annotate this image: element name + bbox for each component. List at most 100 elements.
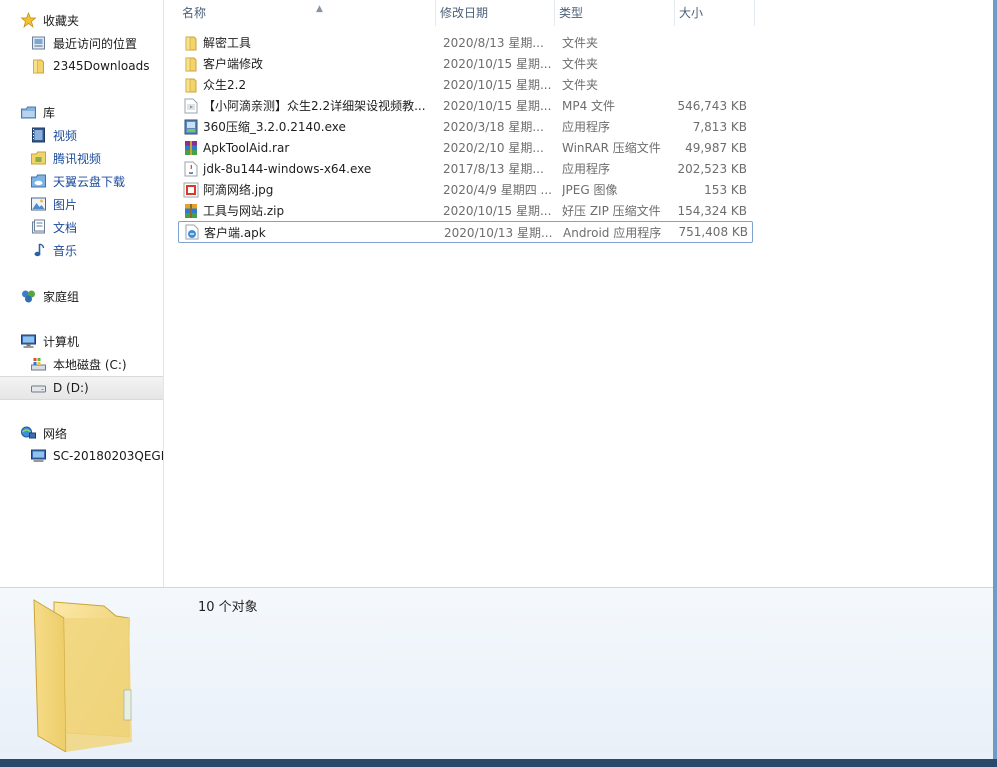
nav-label: 计算机 [43,334,80,349]
cloud-folder-icon [31,174,46,188]
file-size: 546,743 KB [677,98,747,113]
file-name-cell: 阿滴网络.jpg [183,181,433,198]
file-row[interactable]: 阿滴网络.jpg 2020/4/9 星期四 ... JPEG 图像 153 KB [178,179,753,200]
file-type: 文件夹 [562,57,599,71]
nav-item-videos[interactable]: 视频 [0,124,163,146]
file-size: 154,324 KB [677,203,747,218]
details-pane: 10 个对象 [0,587,997,760]
file-name-cell: 工具与网站.zip [183,202,433,219]
folder-icon [33,599,132,752]
column-type-label: 类型 [559,6,584,20]
nav-item-music[interactable]: 音乐 [0,239,163,261]
column-name[interactable]: 名称 ▲ [178,0,436,26]
column-size[interactable]: 大小 [675,0,755,26]
nav-favorites[interactable]: 收藏夹 [0,9,163,31]
file-date: 2020/10/13 星期... [444,225,553,240]
column-date[interactable]: 修改日期 [436,0,555,26]
network-icon [21,426,36,439]
file-name-cell: 360压缩_3.2.0.2140.exe [183,118,433,135]
file-type: 文件夹 [562,36,599,50]
file-row[interactable]: 客户端.apk 2020/10/13 星期... Android 应用程序 751,4… [178,221,753,243]
file-type: 文件夹 [562,78,599,92]
window-border [993,0,997,759]
star-icon [20,12,37,28]
nav-item-drive-c[interactable]: 本地磁盘 (C:) [0,353,163,375]
sort-ascending-icon: ▲ [316,4,323,14]
file-type: JPEG 图像 [562,183,618,197]
nav-item-tencent-video[interactable]: 腾讯视频 [0,147,163,169]
video-library-icon [32,127,45,143]
nav-network[interactable]: 网络 [0,422,163,444]
nav-item-tianyi-cloud[interactable]: 天翼云盘下载 [0,170,163,192]
column-size-label: 大小 [679,6,704,20]
file-type: 应用程序 [562,162,611,176]
file-date: 2020/10/15 星期... [443,57,552,71]
file-size: 751,408 KB [678,225,748,239]
navigation-pane: 收藏夹 最近访问的位置 2345Downloads 库 视频 腾讯视频 天翼云盘… [0,0,164,587]
nav-item-recent-places[interactable]: 最近访问的位置 [0,32,163,54]
java-installer-icon [183,161,199,177]
nav-label: 图片 [53,197,78,212]
column-type[interactable]: 类型 [555,0,675,26]
file-date: 2020/10/15 星期... [443,78,552,92]
file-name: 众生2.2 [203,78,247,92]
file-row[interactable]: ApkToolAid.rar 2020/2/10 星期... WinRAR 压缩文件… [178,137,753,158]
file-row[interactable]: jdk-8u144-windows-x64.exe 2017/8/13 星期...… [178,158,753,179]
nav-item-documents[interactable]: 文档 [0,216,163,238]
file-row[interactable]: 360压缩_3.2.0.2140.exe 2020/3/18 星期... 应用程序 7… [178,116,753,137]
folder-icon [33,59,44,74]
nav-label: 收藏夹 [43,13,80,28]
object-count: 10 个对象 [198,600,258,615]
file-name-cell: 客户端.apk [184,224,434,241]
file-name-cell: 解密工具 [183,34,433,51]
file-row[interactable]: 解密工具 2020/8/13 星期... 文件夹 [178,32,753,53]
file-type: MP4 文件 [562,99,616,113]
drive-icon [31,385,46,393]
folder-icon [31,151,46,165]
folder-icon [183,35,199,51]
nav-label: 家庭组 [43,289,80,304]
nav-label: 天翼云盘下载 [53,174,126,189]
file-date: 2020/2/10 星期... [443,141,544,155]
image-file-icon [183,182,199,198]
zip-archive-icon [183,203,199,219]
nav-computer[interactable]: 计算机 [0,330,163,352]
file-name: 解密工具 [203,36,252,50]
file-name: 阿滴网络.jpg [203,183,274,197]
file-name-cell: ApkToolAid.rar [183,140,433,156]
file-type: Android 应用程序 [563,225,662,240]
document-library-icon [32,219,45,234]
nav-homegroup[interactable]: 家庭组 [0,285,163,307]
file-size: 202,523 KB [677,161,747,176]
column-date-label: 修改日期 [440,6,489,20]
nav-item-network-computer[interactable]: SC-20180203QEGN [0,445,163,467]
picture-library-icon [31,197,46,211]
homegroup-icon [22,290,35,303]
nav-label: 腾讯视频 [53,151,102,166]
file-row[interactable]: 客户端修改 2020/10/15 星期... 文件夹 [178,53,753,74]
library-icon [21,106,36,119]
file-name: 客户端修改 [203,57,264,71]
file-name: 360压缩_3.2.0.2140.exe [203,120,346,134]
file-name-cell: jdk-8u144-windows-x64.exe [183,161,433,177]
file-name-cell: 众生2.2 [183,76,433,93]
nav-label: 文档 [53,220,78,235]
recent-places-icon [32,36,45,50]
nav-item-pictures[interactable]: 图片 [0,193,163,215]
file-name: 工具与网站.zip [203,204,285,218]
rar-archive-icon [183,140,199,156]
file-row[interactable]: 【小阿滴亲测】众生2.2详细架设视频教... 2020/10/15 星期... MP… [178,95,753,116]
file-date: 2020/8/13 星期... [443,36,544,50]
file-size: 153 KB [704,182,747,197]
nav-item-drive-d[interactable]: D (D:) [0,376,163,400]
file-row[interactable]: 工具与网站.zip 2020/10/15 星期... 好压 ZIP 压缩文件 154,… [178,200,753,221]
file-name: 【小阿滴亲测】众生2.2详细架设视频教... [203,99,426,113]
file-size: 7,813 KB [692,119,747,134]
file-row[interactable]: 众生2.2 2020/10/15 星期... 文件夹 [178,74,753,95]
nav-item-2345downloads[interactable]: 2345Downloads [0,55,163,77]
nav-libraries[interactable]: 库 [0,101,163,123]
file-type: WinRAR 压缩文件 [562,141,661,155]
file-date: 2017/8/13 星期... [443,162,544,176]
file-date: 2020/3/18 星期... [443,120,544,134]
installer-icon [183,119,199,135]
